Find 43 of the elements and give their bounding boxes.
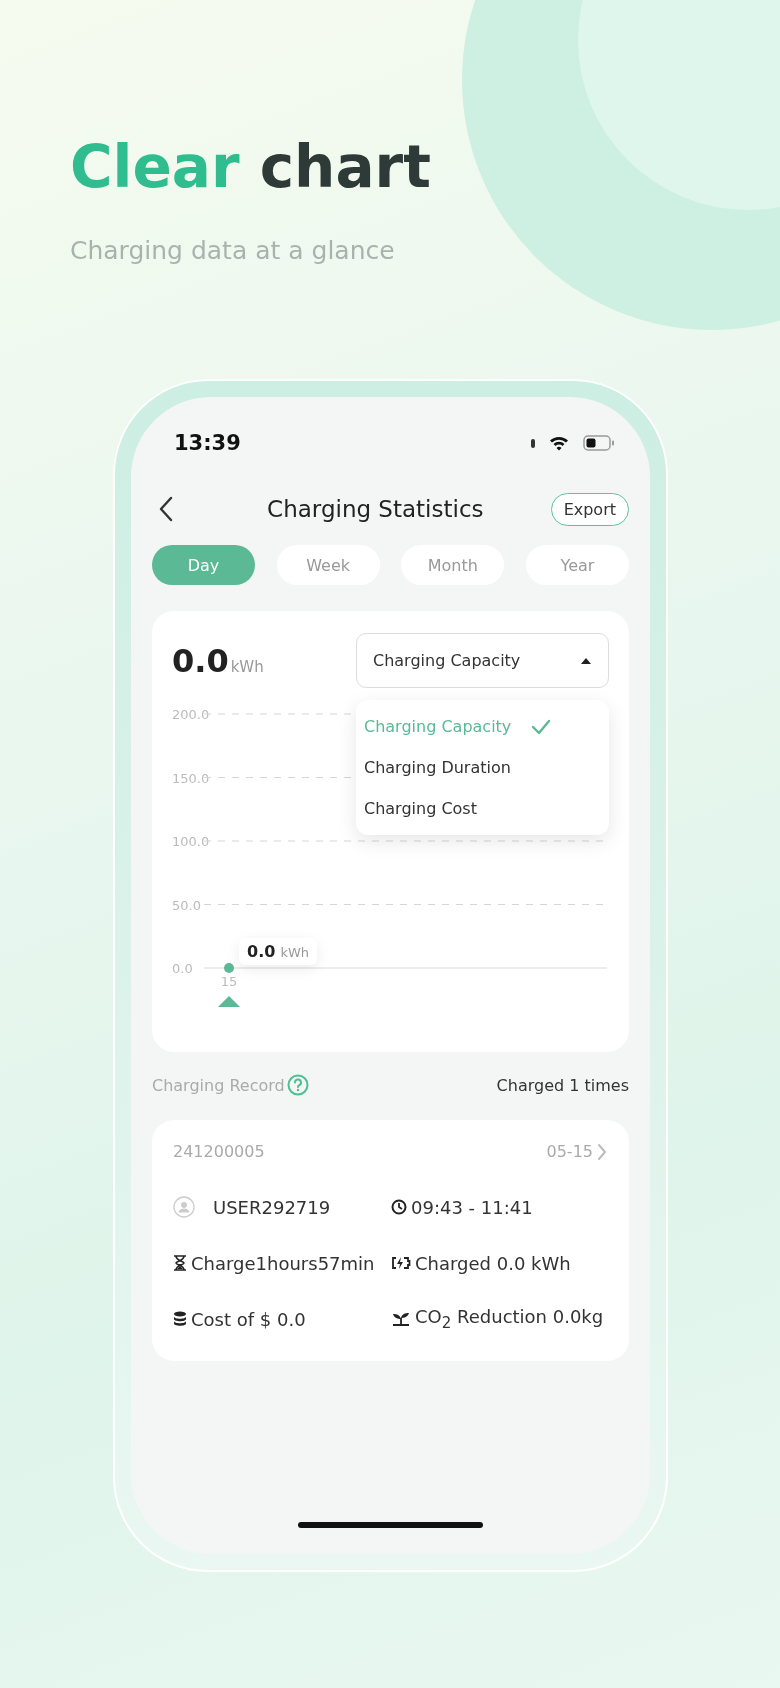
y-tick-label: 150.0	[172, 770, 210, 786]
subtitle: Charging data at a glance	[70, 236, 395, 265]
total-value: 0.0	[172, 641, 229, 680]
data-point[interactable]	[224, 963, 234, 973]
y-tick-label: 100.0	[172, 834, 210, 849]
record-detail: Cost of $ 0.0	[191, 1308, 306, 1330]
record-detail: USER292719	[213, 1196, 331, 1218]
export-button[interactable]: Export	[550, 492, 629, 526]
dropdown-option[interactable]: Charging Duration	[356, 747, 609, 788]
caret-icon	[580, 656, 592, 665]
coins-icon	[173, 1311, 187, 1327]
signal-icon	[531, 438, 535, 448]
headline: Clear chart	[69, 132, 431, 203]
battery-icon	[583, 435, 615, 451]
check-icon	[531, 718, 552, 735]
wifi-icon	[549, 435, 569, 451]
record-date: 05-15	[546, 1142, 593, 1161]
record-detail: 09:43 - 11:41	[411, 1196, 533, 1218]
screen-title: Charging Statistics	[266, 496, 485, 522]
value-tooltip: 0.0 kWh	[239, 938, 318, 965]
dropdown-option[interactable]: Charging Cost	[356, 788, 609, 829]
user-icon	[173, 1196, 195, 1218]
chevron-right-icon	[597, 1142, 607, 1161]
hourglass-icon	[173, 1255, 187, 1271]
record-id: 241200005	[173, 1142, 265, 1161]
total-unit: kWh	[230, 657, 264, 676]
help-icon[interactable]	[286, 1074, 309, 1096]
x-tick-label: 15	[220, 974, 238, 989]
y-tick-label: 0.0	[172, 961, 193, 976]
sprout-icon	[391, 1311, 411, 1327]
y-tick-label: 200.0	[172, 707, 210, 722]
charging-battery-icon	[391, 1256, 411, 1270]
record-detail: CO$_{2}$ Reduction 0.0kg	[415, 1306, 604, 1332]
section-title: Charging Record	[152, 1075, 285, 1095]
metric-dropdown[interactable]: Charging Capacity	[356, 633, 609, 688]
clock-icon	[391, 1199, 407, 1215]
record-detail: Charged 0.0 kWh	[415, 1252, 571, 1274]
record-detail: Charge1hours57min	[191, 1252, 375, 1274]
record-count: Charged 1 times	[496, 1075, 629, 1095]
selection-marker-icon	[218, 996, 240, 1007]
y-tick-label: 50.0	[172, 897, 201, 913]
record-card[interactable]: 241200005 05-15 USER292719 09:43 - 11:41 Charge1hours57min Charged 0.0 kWh Cost of $ 0.0 CO$_{2}$ Reduction 0.0kg	[152, 1120, 629, 1361]
status-time: 13:39	[174, 431, 241, 455]
